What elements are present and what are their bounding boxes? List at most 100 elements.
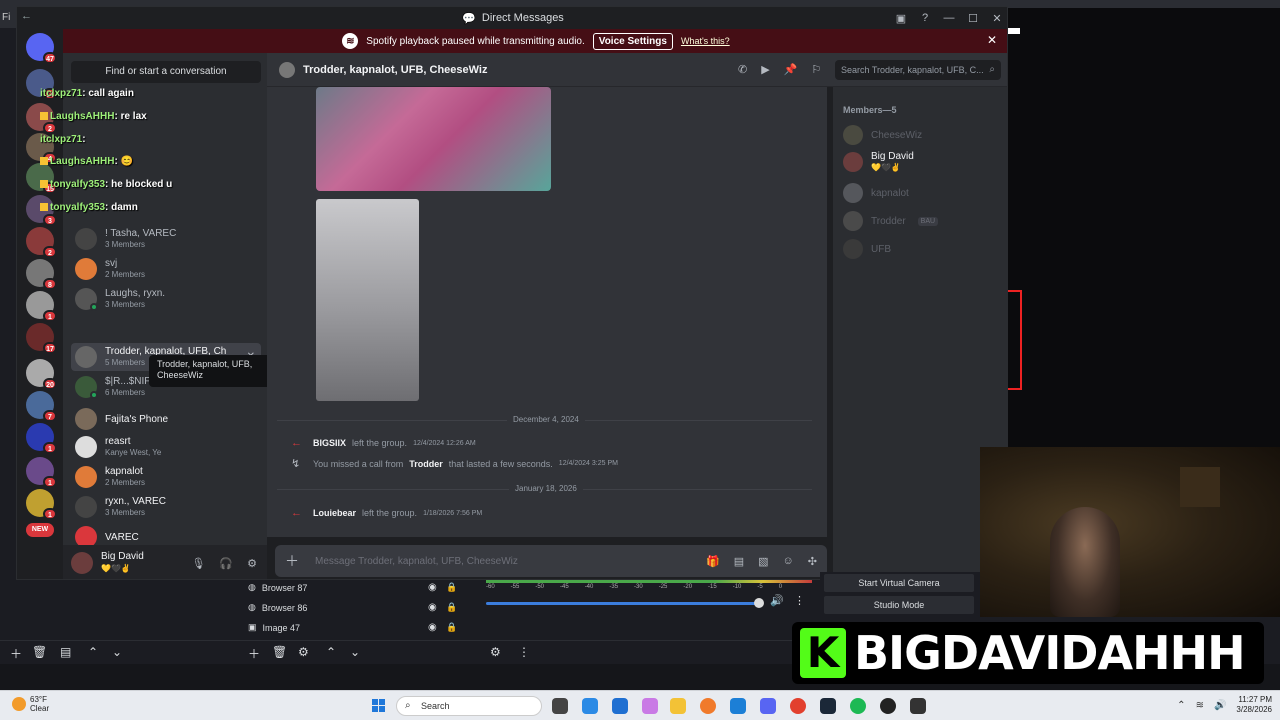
server-icon[interactable]: 8 — [26, 259, 57, 290]
gear-icon[interactable]: ⚙ — [247, 557, 257, 570]
source-item[interactable]: ◍ Browser 87 ◉ 🔒 — [248, 582, 468, 593]
close-button[interactable]: ✕ — [985, 12, 1007, 25]
app-icon[interactable] — [730, 698, 746, 714]
maximize-button[interactable]: ☐ — [961, 12, 985, 25]
copilot-icon[interactable] — [642, 698, 658, 714]
studio-mode-button[interactable]: Studio Mode — [824, 596, 974, 614]
volume-slider[interactable] — [486, 602, 756, 605]
inbox-icon[interactable]: ▣ — [889, 12, 913, 25]
new-badge[interactable]: NEW — [26, 523, 54, 537]
lock-icon[interactable]: 🔒 — [446, 582, 457, 593]
lock-icon[interactable]: 🔒 — [446, 622, 457, 633]
steam-icon[interactable] — [820, 698, 836, 714]
pin-icon[interactable]: 📌 — [784, 63, 798, 76]
microphone-icon[interactable]: 🎙 — [191, 557, 205, 570]
windows-start-icon[interactable] — [372, 699, 386, 713]
gif-icon[interactable]: ▤ — [734, 555, 744, 568]
obs-taskbar-icon[interactable] — [880, 698, 896, 714]
network-icon[interactable]: ≋ — [1196, 700, 1204, 711]
sticker-icon[interactable]: ▧ — [758, 555, 768, 568]
clock[interactable]: 11:27 PM 3/28/2026 — [1236, 695, 1272, 715]
server-icon[interactable]: 17 — [26, 323, 57, 354]
remove-scene-icon[interactable]: 🗑 — [32, 645, 47, 659]
source-item[interactable]: ◍ Browser 86 ◉ 🔒 — [248, 602, 468, 613]
add-friend-icon[interactable]: ⚐ — [811, 63, 821, 76]
video-icon[interactable]: ▶ — [761, 63, 769, 76]
minimize-button[interactable]: — — [937, 12, 961, 24]
move-down-icon[interactable]: ⌄ — [112, 645, 122, 659]
mixer-menu-icon[interactable]: ⋮ — [518, 645, 530, 659]
find-conversation-input[interactable]: Find or start a conversation — [71, 61, 261, 83]
add-source-icon[interactable]: ＋ — [248, 645, 260, 662]
add-attachment-icon[interactable]: ＋ — [285, 551, 309, 571]
lock-icon[interactable]: 🔒 — [446, 602, 457, 613]
help-icon[interactable]: ? — [913, 12, 937, 24]
server-icon[interactable]: 1 — [26, 489, 57, 520]
image-attachment[interactable] — [316, 87, 551, 191]
move-down-icon[interactable]: ⌄ — [350, 645, 360, 659]
visibility-eye-icon[interactable]: ◉ — [428, 602, 437, 613]
speaker-icon[interactable]: 🔊 — [770, 594, 784, 607]
filters-icon[interactable]: ▤ — [60, 645, 71, 659]
tray-chevron-icon[interactable]: ⌃ — [1177, 700, 1185, 711]
file-explorer-icon[interactable] — [670, 698, 686, 714]
taskbar-search[interactable]: ⌕ Search — [396, 696, 542, 716]
message-author[interactable]: Trodder — [409, 459, 443, 469]
user-avatar[interactable] — [71, 552, 93, 574]
member-item[interactable]: Big David 💛🖤✌ — [843, 151, 914, 173]
gift-icon[interactable]: 🎁 — [706, 555, 720, 568]
member-item[interactable]: UFB — [843, 239, 891, 259]
home-button[interactable]: 47 — [26, 33, 57, 64]
firefox-icon[interactable] — [700, 698, 716, 714]
app-icon[interactable] — [910, 698, 926, 714]
task-view-icon[interactable] — [552, 698, 568, 714]
member-item[interactable]: Trodder BAU — [843, 211, 939, 231]
dm-item[interactable]: Laughs, ryxn. 3 Members — [71, 285, 261, 313]
source-item[interactable]: ▣ Image 47 ◉ 🔒 — [248, 622, 468, 633]
volume-icon[interactable]: 🔊 — [1214, 700, 1226, 711]
apps-icon[interactable]: ✣ — [808, 555, 817, 568]
call-icon[interactable]: ✆ — [738, 63, 747, 76]
image-attachment[interactable] — [316, 199, 419, 401]
obs-menu-file[interactable]: Fi — [0, 8, 16, 28]
dm-item[interactable]: kapnalot 2 Members — [71, 463, 261, 491]
server-icon[interactable]: 7 — [26, 391, 57, 422]
dm-item[interactable]: reasrt Kanye West, Ye — [71, 433, 261, 461]
more-options-icon[interactable]: ⋮ — [794, 594, 805, 607]
dm-item[interactable]: ryxn., VAREC 3 Members — [71, 493, 261, 521]
store-icon[interactable] — [612, 698, 628, 714]
back-arrow-icon[interactable]: ← — [21, 10, 32, 22]
banner-close-icon[interactable]: ✕ — [987, 33, 997, 47]
source-settings-icon[interactable]: ⚙ — [298, 645, 309, 659]
server-icon[interactable]: 20 — [26, 359, 57, 390]
whats-this-link[interactable]: What's this? — [681, 36, 730, 46]
mixer-settings-icon[interactable]: ⚙ — [490, 645, 501, 659]
message-author[interactable]: Louiebear — [313, 508, 356, 518]
message-input[interactable]: ＋ Message Trodder, kapnalot, UFB, Cheese… — [275, 545, 827, 577]
search-input[interactable]: Search Trodder, kapnalot, UFB, C... ⌕ — [835, 60, 1001, 80]
add-scene-icon[interactable]: ＋ — [10, 645, 22, 662]
weather-widget[interactable]: 63°F Clear — [12, 695, 49, 713]
volume-knob[interactable] — [754, 598, 764, 608]
start-virtual-camera-button[interactable]: Start Virtual Camera — [824, 574, 974, 592]
member-item[interactable]: CheeseWiz — [843, 125, 922, 145]
edge-icon[interactable] — [582, 698, 598, 714]
visibility-eye-icon[interactable]: ◉ — [428, 622, 437, 633]
dm-item[interactable]: ! Tasha, VAREC 3 Members — [71, 225, 261, 253]
discord-taskbar-icon[interactable] — [760, 698, 776, 714]
move-up-icon[interactable]: ⌃ — [326, 645, 336, 659]
server-icon[interactable]: 1 — [26, 423, 57, 454]
spotify-taskbar-icon[interactable] — [850, 698, 866, 714]
dm-item[interactable]: Fajita's Phone — [71, 405, 261, 433]
remove-source-icon[interactable]: 🗑 — [272, 645, 287, 659]
headphones-icon[interactable]: 🎧 — [219, 557, 233, 570]
server-icon[interactable]: 1 — [26, 291, 57, 322]
emoji-icon[interactable]: ☺ — [783, 555, 794, 568]
dm-item[interactable]: svj 2 Members — [71, 255, 261, 283]
voice-settings-button[interactable]: Voice Settings — [592, 32, 673, 50]
server-icon[interactable]: 2 — [26, 227, 57, 258]
member-item[interactable]: kapnalot — [843, 183, 909, 203]
chrome-icon[interactable] — [790, 698, 806, 714]
visibility-eye-icon[interactable]: ◉ — [428, 582, 437, 593]
message-author[interactable]: BIGSIIX — [313, 438, 346, 448]
